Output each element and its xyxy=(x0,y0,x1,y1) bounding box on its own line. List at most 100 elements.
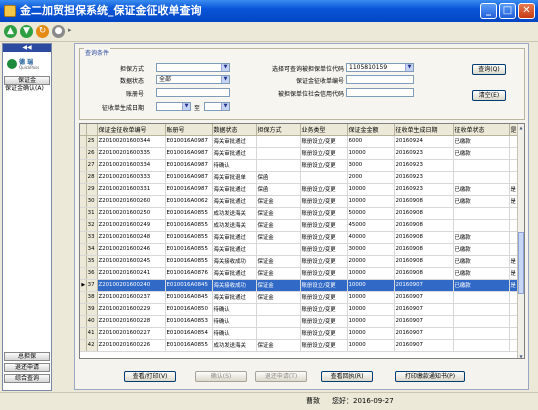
column-header[interactable]: 数据状态 xyxy=(212,124,257,136)
forward-icon[interactable]: ▼ xyxy=(20,25,33,38)
cell-business-type[interactable]: 账册设立/变更 xyxy=(300,339,348,352)
cell-amount[interactable]: 10000 xyxy=(347,195,395,208)
maximize-button[interactable]: □ xyxy=(499,3,516,19)
cell-collect-no[interactable]: Z20100201600249 xyxy=(97,219,166,232)
cell-amount[interactable]: 6000 xyxy=(347,135,395,148)
cell-ledger-no[interactable]: E010016A0853 xyxy=(165,315,213,328)
table-row[interactable]: 32 Z20100201600249 E010016A0855 成功发送海关 保证金 账册… xyxy=(80,219,521,232)
cell-amount[interactable]: 10000 xyxy=(347,339,395,352)
column-header[interactable]: 账册号 xyxy=(165,124,213,136)
cell-ledger-no[interactable]: E010016A0855 xyxy=(165,231,213,244)
scroll-down-icon[interactable]: ▼ xyxy=(518,353,524,358)
cell-ledger-no[interactable]: E010016A0850 xyxy=(165,303,213,316)
table-row[interactable]: 34 Z20100201600246 E010016A0855 海关审批通过 账册设立/… xyxy=(80,243,521,256)
sidebar-refund-button[interactable]: 退还申请 xyxy=(4,363,50,372)
cell-ledger-no[interactable]: E010016A0855 xyxy=(165,243,213,256)
table-row[interactable]: 33 Z20100201600248 E010016A0855 海关审批通过 保证金 账册… xyxy=(80,231,521,244)
cell-business-type[interactable]: 账册设立/变更 xyxy=(300,303,348,316)
cell-business-type[interactable]: 账册设立/变更 xyxy=(300,327,348,340)
cell-date[interactable]: 20160907 xyxy=(394,327,454,340)
table-row[interactable]: 29 Z20100201600331 E010016A0987 海关审批通过 保函 账册设… xyxy=(80,183,521,196)
refresh-icon[interactable]: ↻ xyxy=(36,25,49,38)
table-row[interactable]: 38 Z20100201600237 E010016A0845 海关审批通过 保证金 账册… xyxy=(80,291,521,304)
cell-amount[interactable]: 10000 xyxy=(347,315,395,328)
cell-ledger-no[interactable]: E010016A0855 xyxy=(165,207,213,220)
cell-ledger-no[interactable]: E010016A0855 xyxy=(165,339,213,352)
cell-collect-no[interactable]: Z20100201600248 xyxy=(97,231,166,244)
cell-ledger-no[interactable]: E010016A0845 xyxy=(165,291,213,304)
cell-data-status[interactable]: 海关审批通过 xyxy=(212,135,257,148)
cell-guarantee-method[interactable] xyxy=(256,135,301,148)
cell-collect-no[interactable]: Z20100201600246 xyxy=(97,243,166,256)
clear-button[interactable]: 清空(E) xyxy=(472,90,506,101)
sidebar-total-guarantee-button[interactable]: 总担保 xyxy=(4,352,50,361)
cell-data-status[interactable]: 海关审批通过 xyxy=(212,231,257,244)
table-row[interactable]: 31 Z20100201600250 E010016A0855 成功发送海关 保证金 账册… xyxy=(80,207,521,220)
cell-collect-status[interactable] xyxy=(453,315,510,328)
cell-guarantee-method[interactable]: 保证金 xyxy=(256,207,301,220)
cell-guarantee-method[interactable]: 保证金 xyxy=(256,267,301,280)
cell-ledger-no[interactable]: E010016A0987 xyxy=(165,183,213,196)
cell-guarantee-method[interactable]: 保函 xyxy=(256,183,301,196)
column-header[interactable]: 征收单生成日期 xyxy=(394,124,454,136)
close-button[interactable]: ✕ xyxy=(518,3,535,19)
cell-amount[interactable]: 2000 xyxy=(347,171,395,184)
cell-collect-no[interactable]: Z20100201600228 xyxy=(97,315,166,328)
cell-business-type[interactable]: 账册设立/变更 xyxy=(300,267,348,280)
cell-date[interactable]: 20160907 xyxy=(394,291,454,304)
cell-collect-status[interactable]: 已缴款 xyxy=(453,267,510,280)
cell-ledger-no[interactable]: E010016A0854 xyxy=(165,327,213,340)
cell-ledger-no[interactable]: E010016A0987 xyxy=(165,135,213,148)
cell-business-type[interactable] xyxy=(300,171,348,184)
cell-amount[interactable]: 3000 xyxy=(347,159,395,172)
cell-business-type[interactable]: 账册设立/变更 xyxy=(300,219,348,232)
print-notice-button[interactable]: 打印缴款通知书(P) xyxy=(395,371,465,382)
sidebar-collapse-icon[interactable]: ◀◀ xyxy=(3,44,51,52)
cell-ledger-no[interactable]: E010016A0987 xyxy=(165,159,213,172)
credit-code-input[interactable] xyxy=(346,88,414,97)
column-header[interactable]: 业务类型 xyxy=(300,124,348,136)
cell-data-status[interactable]: 待确认 xyxy=(212,303,257,316)
cell-date[interactable]: 20160907 xyxy=(394,279,454,292)
cell-amount[interactable]: 30000 xyxy=(347,243,395,256)
cell-amount[interactable]: 10000 xyxy=(347,183,395,196)
cell-collect-status[interactable] xyxy=(453,159,510,172)
cell-amount[interactable]: 10000 xyxy=(347,267,395,280)
cell-date[interactable]: 20160923 xyxy=(394,147,454,160)
cell-date[interactable]: 20160908 xyxy=(394,255,454,268)
cell-data-status[interactable]: 成功发送海关 xyxy=(212,339,257,352)
cell-collect-no[interactable]: Z20100201600334 xyxy=(97,159,166,172)
cell-data-status[interactable]: 海关审批通过 xyxy=(212,195,257,208)
cell-data-status[interactable]: 海关接收成功 xyxy=(212,279,257,292)
cell-business-type[interactable]: 账册设立/变更 xyxy=(300,231,348,244)
cell-data-status[interactable]: 海关审批通过 xyxy=(212,147,257,160)
cell-date[interactable]: 20160908 xyxy=(394,195,454,208)
cell-date[interactable]: 20160907 xyxy=(394,315,454,328)
vertical-scrollbar[interactable]: ▲ ▼ xyxy=(517,124,524,358)
cell-collect-status[interactable]: 已缴款 xyxy=(453,195,510,208)
scroll-thumb[interactable] xyxy=(518,232,524,294)
cell-guarantee-method[interactable] xyxy=(256,243,301,256)
cell-collect-status[interactable]: 已缴款 xyxy=(453,147,510,160)
cell-collect-no[interactable]: Z20100201600335 xyxy=(97,147,166,160)
cell-business-type[interactable]: 账册设立/变更 xyxy=(300,147,348,160)
cell-date[interactable]: 20160908 xyxy=(394,243,454,256)
cell-guarantee-method[interactable]: 保证金 xyxy=(256,339,301,352)
cell-data-status[interactable]: 海关审批通过 xyxy=(212,243,257,256)
cell-date[interactable]: 20160907 xyxy=(394,339,454,352)
cell-collect-no[interactable]: Z20100201600344 xyxy=(97,135,166,148)
cell-amount[interactable]: 10000 xyxy=(347,279,395,292)
sidebar-section-button[interactable]: 保证金 xyxy=(4,76,50,85)
home-icon[interactable]: ● xyxy=(52,25,65,38)
cell-guarantee-method[interactable] xyxy=(256,159,301,172)
cell-data-status[interactable]: 海关审批通过 xyxy=(212,267,257,280)
cell-amount[interactable]: 45000 xyxy=(347,219,395,232)
cell-data-status[interactable]: 待确认 xyxy=(212,159,257,172)
cell-collect-status[interactable] xyxy=(453,303,510,316)
cell-data-status[interactable]: 海关审批退单 xyxy=(212,171,257,184)
cell-date[interactable]: 20160923 xyxy=(394,183,454,196)
cell-collect-no[interactable]: Z20100201600226 xyxy=(97,339,166,352)
column-header[interactable]: 保证金金额 xyxy=(347,124,395,136)
cell-ledger-no[interactable]: E010016A0987 xyxy=(165,147,213,160)
cell-data-status[interactable]: 待确认 xyxy=(212,315,257,328)
